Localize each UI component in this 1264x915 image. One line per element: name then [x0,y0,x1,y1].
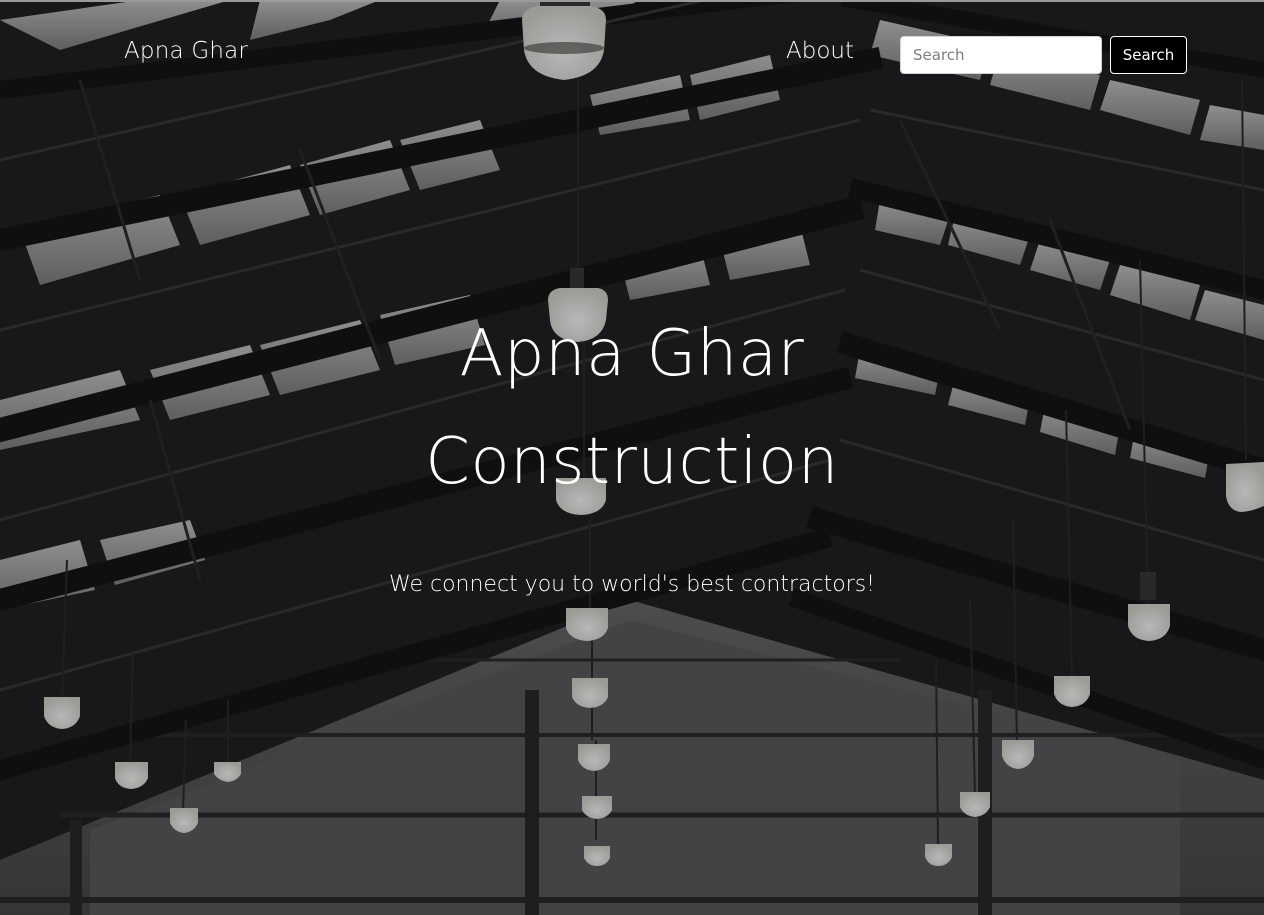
hero-title-line-2: Construction [425,425,839,499]
hero-title-line-1: Apna Ghar [459,317,805,391]
brand-link[interactable]: Apna Ghar [124,38,248,64]
hero-subtitle: We connect you to world's best contracto… [389,572,875,597]
hero-title: Apna Ghar Construction [332,300,932,516]
search-button[interactable]: Search [1110,36,1187,74]
search-input[interactable] [900,36,1102,74]
navbar: Apna Ghar About Search [0,0,1264,110]
nav-link-about[interactable]: About [786,38,854,64]
